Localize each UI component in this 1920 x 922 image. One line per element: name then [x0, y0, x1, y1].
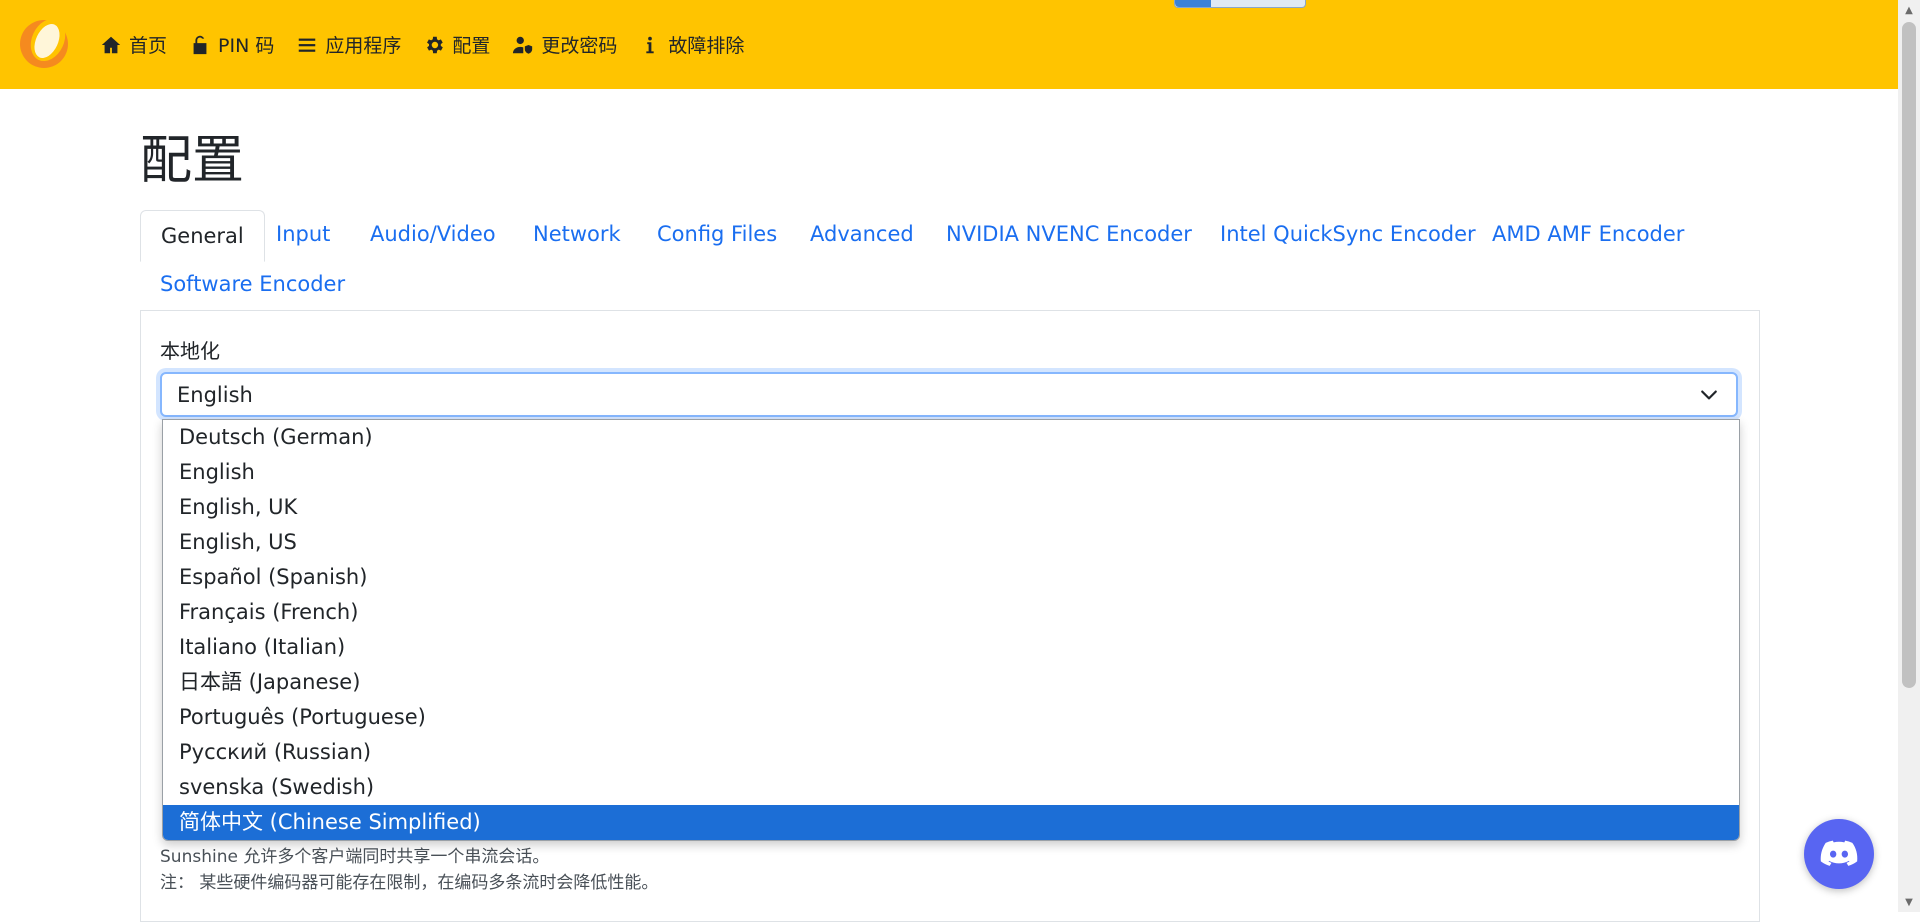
locale-option[interactable]: English, UK	[163, 490, 1739, 525]
nav-pin[interactable]: PIN 码	[189, 31, 274, 58]
tab-network[interactable]: Network	[533, 222, 621, 246]
page-title: 配置	[140, 131, 245, 191]
user-shield-icon	[513, 36, 533, 54]
tab-intel-quicksync-encoder[interactable]: Intel QuickSync Encoder	[1220, 222, 1476, 246]
tab-audio-video[interactable]: Audio/Video	[370, 222, 496, 246]
locale-option[interactable]: Deutsch (German)	[163, 420, 1739, 455]
locale-option[interactable]: Русский (Russian)	[163, 735, 1739, 770]
nav-applications[interactable]: 应用程序	[296, 31, 401, 58]
locale-select-value: English	[177, 382, 253, 407]
tab-amd-amf-encoder[interactable]: AMD AMF Encoder	[1492, 222, 1684, 246]
nav-change-password[interactable]: 更改密码	[512, 31, 617, 58]
locale-option[interactable]: English, US	[163, 525, 1739, 560]
chevron-down-icon	[1701, 390, 1717, 400]
locale-option[interactable]: English	[163, 455, 1739, 490]
top-edge-fragment	[1174, 0, 1306, 8]
scroll-up-arrow-icon[interactable]: ▲	[1898, 0, 1920, 20]
scroll-down-arrow-icon[interactable]: ▼	[1898, 892, 1920, 912]
top-navbar: 首页 PIN 码 应用程序 配置 更改密码 故障排除	[0, 0, 1898, 89]
nav-configuration[interactable]: 配置	[423, 31, 490, 58]
tab-software-encoder[interactable]: Software Encoder	[160, 272, 345, 296]
locale-option[interactable]: Español (Spanish)	[163, 560, 1739, 595]
locale-option[interactable]: Italiano (Italian)	[163, 630, 1739, 665]
multi-client-help-text: Sunshine 允许多个客户端同时共享一个串流会话。	[160, 847, 550, 867]
nav-troubleshooting[interactable]: 故障排除	[639, 31, 744, 58]
page-scrollbar[interactable]: ▲ ▼	[1898, 0, 1920, 912]
gear-icon	[427, 36, 444, 53]
home-icon	[101, 36, 121, 53]
locale-option-highlighted[interactable]: 简体中文 (Chinese Simplified)	[163, 805, 1739, 840]
scrollbar-thumb[interactable]	[1902, 22, 1916, 688]
list-icon	[299, 38, 316, 52]
tab-config-files[interactable]: Config Files	[657, 222, 777, 246]
nav-home[interactable]: 首页	[100, 31, 167, 58]
locale-label: 本地化	[160, 339, 220, 363]
discord-button[interactable]	[1804, 819, 1874, 889]
info-icon	[646, 36, 655, 53]
locale-select[interactable]: English	[160, 372, 1738, 417]
tab-general[interactable]: General	[140, 210, 265, 262]
locale-dropdown-list: Deutsch (German) English English, UK Eng…	[162, 419, 1740, 841]
discord-icon	[1820, 840, 1858, 866]
locale-option[interactable]: Français (French)	[163, 595, 1739, 630]
encoder-note-text: 注： 某些硬件编码器可能存在限制，在编码多条流时会降低性能。	[160, 873, 659, 893]
locale-option[interactable]: 日本語 (Japanese)	[163, 665, 1739, 700]
locale-option[interactable]: Português (Portuguese)	[163, 700, 1739, 735]
sunshine-logo-icon[interactable]	[14, 14, 74, 74]
tab-advanced[interactable]: Advanced	[810, 222, 914, 246]
unlock-icon	[193, 35, 207, 54]
tab-input[interactable]: Input	[276, 222, 330, 246]
tab-nvidia-nvenc-encoder[interactable]: NVIDIA NVENC Encoder	[946, 222, 1192, 246]
locale-option[interactable]: svenska (Swedish)	[163, 770, 1739, 805]
